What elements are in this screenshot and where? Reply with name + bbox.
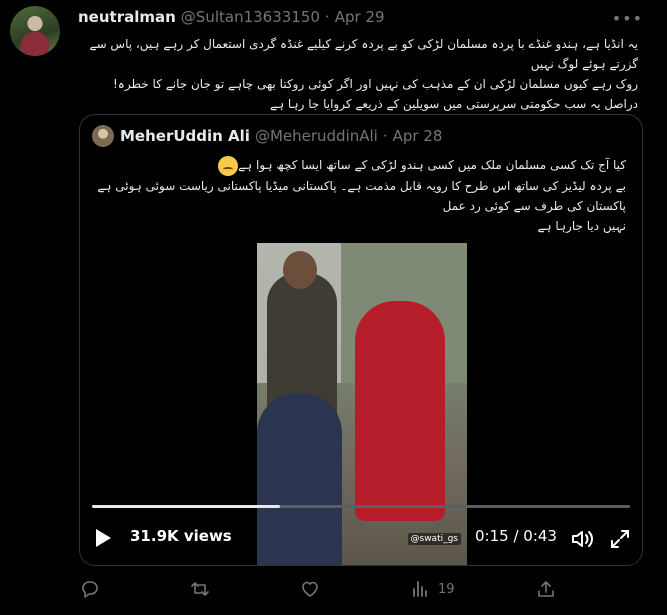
video-scene-woman (355, 301, 445, 521)
quoted-author-name: MeherUddin Ali (120, 127, 250, 145)
video-player[interactable]: @swati_gs 31.9K views 0:15 / 0:43 (80, 243, 642, 565)
heart-icon (302, 581, 318, 597)
quoted-tweet-header: MeherUddin Ali @MeheruddinAli · Apr 28 (92, 125, 442, 147)
retweet-icon (191, 582, 209, 596)
tweet-header: neutralman @Sultan13633150 · Apr 29 (78, 7, 385, 27)
author-name[interactable]: neutralman (78, 8, 176, 26)
views-count: 19 (438, 581, 455, 597)
play-icon[interactable] (96, 529, 111, 547)
tweet-text-line: یہ انڈیا ہے، ہندو غنڈے با پردہ مسلمان لڑ… (89, 37, 638, 71)
author-handle[interactable]: @Sultan13633150 (181, 8, 320, 26)
volume-icon[interactable] (571, 529, 595, 549)
quoted-text-line: نہیں دیا جارہا ہے (537, 218, 626, 233)
separator-dot: · (382, 127, 388, 145)
tweet-text: یہ انڈیا ہے، ہندو غنڈے با پردہ مسلمان لڑ… (78, 34, 638, 114)
more-options-icon[interactable]: ••• (612, 9, 643, 28)
tweet-text-line: روک رہے کیوں مسلمان لڑکی ان کے مذہب کی ن… (113, 77, 638, 91)
video-time: 0:15 / 0:43 (475, 527, 557, 545)
video-progress-bar[interactable] (92, 505, 630, 508)
quoted-text-line-text: کیا آج تک کسی مسلمان ملک میں کسی ہندو لڑ… (238, 158, 626, 172)
share-icon (538, 581, 554, 597)
quoted-text-line: بے پردہ لیڈیز کی ساتھ اس طرح کا رویہ قاب… (97, 178, 626, 213)
analytics-icon (413, 581, 427, 597)
quoted-text-line: کیا آج تک کسی مسلمان ملک میں کسی ہندو لڑ… (94, 155, 626, 176)
retweet-button[interactable] (190, 578, 218, 600)
video-views: 31.9K views (130, 527, 232, 545)
quoted-tweet-date: Apr 28 (392, 127, 443, 145)
video-controls: 31.9K views 0:15 / 0:43 (80, 521, 642, 555)
tweet[interactable]: neutralman @Sultan13633150 · Apr 29 ••• … (0, 0, 667, 615)
video-frame[interactable]: @swati_gs (257, 243, 467, 565)
views-button[interactable]: 19 (410, 578, 455, 600)
video-scene-head (283, 251, 317, 289)
quoted-author-avatar (92, 125, 114, 147)
quoted-author-handle: @MeheruddinAli (254, 127, 378, 145)
tweet-actions: 19 (78, 574, 638, 604)
separator-dot: · (324, 8, 330, 26)
tweet-text-line: دراصل یہ سب حکومتی سرپرستی میں سویلین کے… (270, 97, 638, 111)
reply-button[interactable] (80, 578, 108, 600)
video-progress-fill (92, 505, 281, 508)
reply-icon (82, 581, 98, 598)
tweet-date[interactable]: Apr 29 (335, 8, 385, 26)
author-avatar[interactable] (10, 6, 60, 56)
quoted-tweet[interactable]: MeherUddin Ali @MeheruddinAli · Apr 28 ک… (79, 114, 643, 566)
quoted-tweet-text: کیا آج تک کسی مسلمان ملک میں کسی ہندو لڑ… (94, 155, 626, 236)
sad-face-emoji-icon (218, 155, 239, 176)
share-button[interactable] (536, 578, 556, 600)
like-button[interactable] (300, 578, 328, 600)
fullscreen-icon[interactable] (610, 529, 630, 549)
